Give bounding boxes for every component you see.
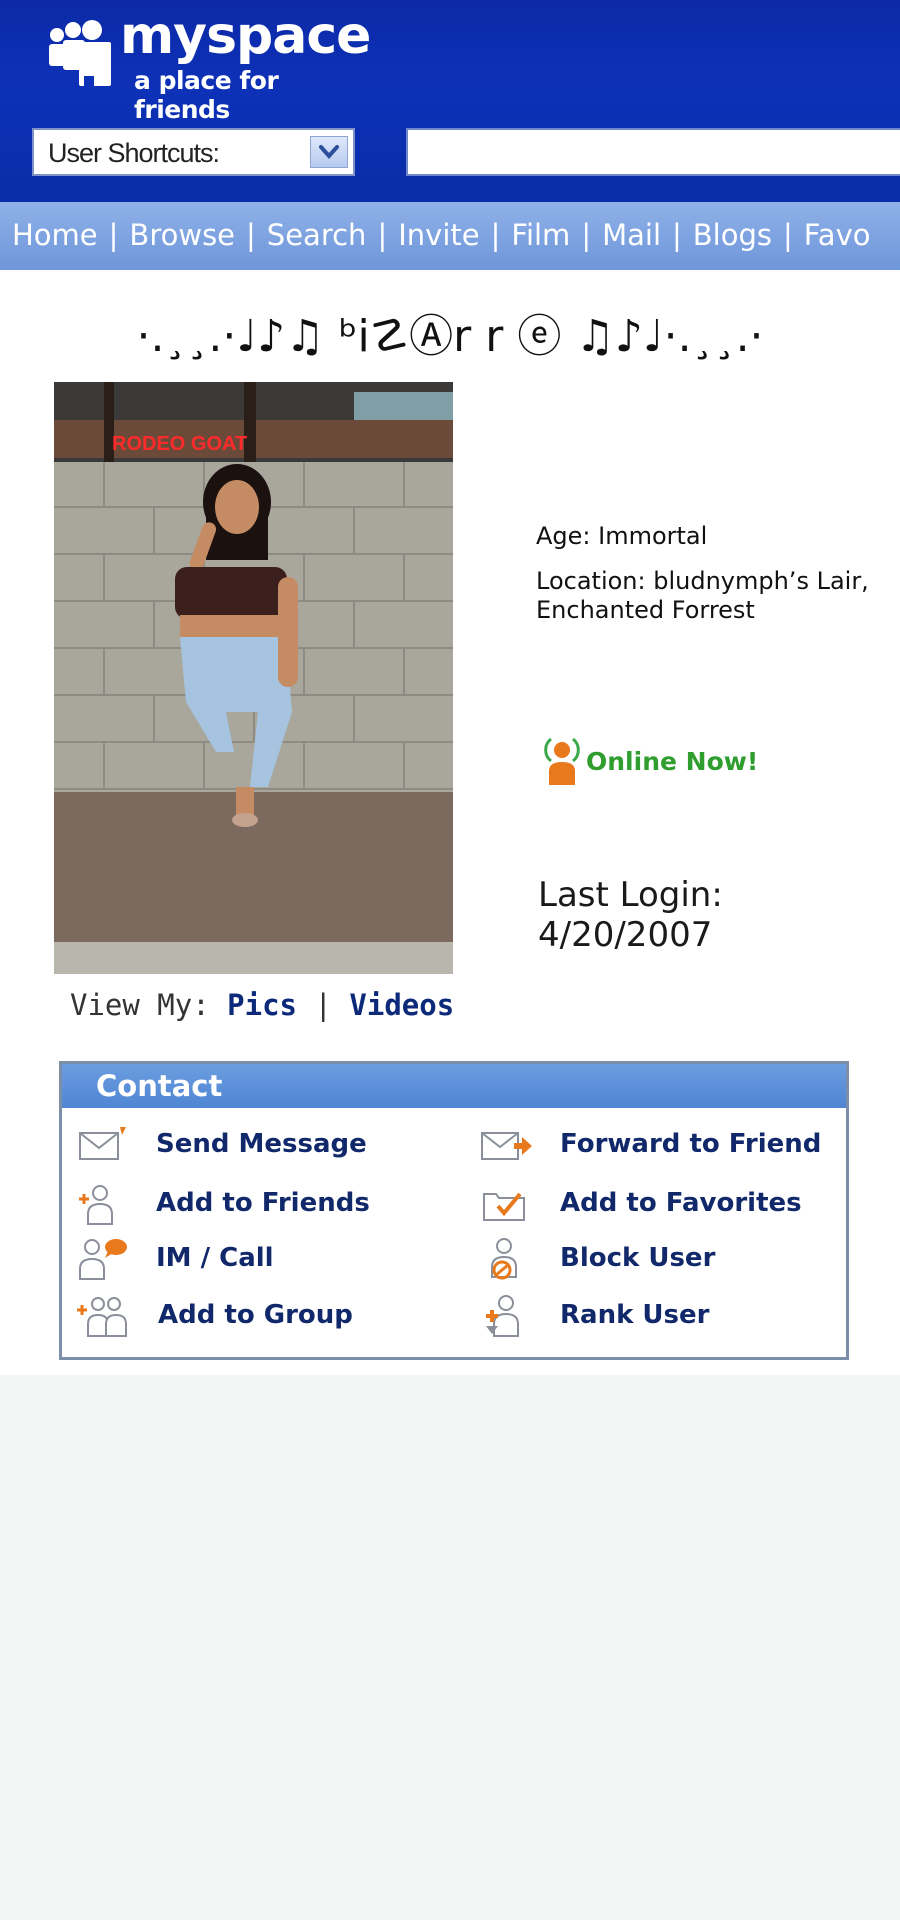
- profile-content: ·.¸¸.·♩♪♫ ᵇi☡Ⓐr r ⓔ ♫♪♩·.¸¸.· RODEO GOAT: [0, 270, 900, 1375]
- profile-info: Age: Immortal Location: bludnymph’s Lair…: [536, 522, 896, 641]
- add-to-group-label: Add to Group: [158, 1300, 353, 1330]
- view-my-label: View My:: [70, 988, 210, 1022]
- forward-envelope-icon: [481, 1132, 532, 1160]
- nav-favorites[interactable]: Favo: [804, 218, 871, 252]
- dropdown-button[interactable]: [310, 136, 348, 168]
- last-login: Last Login: 4/20/2007: [538, 875, 723, 955]
- nav-search[interactable]: Search: [267, 218, 367, 252]
- nav-separator: |: [246, 218, 256, 252]
- profile-photo[interactable]: RODEO GOAT: [54, 382, 453, 974]
- main-nav-bar: Home | Browse | Search | Invite | Film | Mail | Blog…: [0, 202, 900, 270]
- im-call-icon: [79, 1239, 127, 1280]
- nav-separator: |: [581, 218, 592, 252]
- nav-invite[interactable]: Invite: [398, 218, 479, 252]
- people-logo-icon: [49, 20, 111, 92]
- nav-mail[interactable]: Mail: [602, 218, 661, 252]
- age-text: Age: Immortal: [536, 522, 708, 550]
- view-my-links: View My: Pics | Videos: [70, 988, 454, 1022]
- add-to-friends-label: Add to Friends: [156, 1188, 370, 1218]
- envelope-icon: [79, 1127, 126, 1160]
- view-my-separator: |: [314, 988, 332, 1022]
- add-friend-icon: [79, 1185, 113, 1225]
- contact-title: Contact: [96, 1069, 223, 1103]
- chevron-down-icon: [319, 145, 339, 160]
- last-login-date: 4/20/2007: [538, 915, 713, 955]
- online-now-text: Online Now!: [586, 747, 759, 776]
- contact-box: Contact Send Message Forward to Friend A…: [59, 1061, 849, 1360]
- user-shortcuts-label: User Shortcuts:: [48, 138, 220, 168]
- nav-separator: |: [108, 218, 119, 252]
- nav-blogs[interactable]: Blogs: [693, 218, 772, 252]
- nav-separator: |: [672, 218, 682, 252]
- myspace-profile-page: myspace a place for friends User Shortcu…: [0, 0, 900, 1920]
- favorites-folder-icon: [483, 1192, 525, 1221]
- user-shortcuts-select[interactable]: User Shortcuts:: [32, 128, 355, 176]
- send-message-label: Send Message: [156, 1129, 367, 1159]
- nav-film[interactable]: Film: [511, 218, 570, 252]
- nav-browse[interactable]: Browse: [129, 218, 235, 252]
- add-to-favorites-label: Add to Favorites: [560, 1188, 802, 1218]
- rank-user-label: Rank User: [560, 1300, 710, 1330]
- location-text: Location: bludnymph’s Lair, Enchanted Fo…: [536, 567, 869, 624]
- add-group-icon: [77, 1297, 127, 1337]
- contact-header: Contact: [62, 1064, 846, 1108]
- im-call-label: IM / Call: [156, 1243, 274, 1273]
- pics-link[interactable]: Pics: [227, 988, 297, 1022]
- rodeo-goat-sign: RODEO GOAT: [112, 433, 247, 455]
- nav-home[interactable]: Home: [12, 218, 98, 252]
- search-input[interactable]: [406, 128, 900, 176]
- nav-separator: |: [490, 218, 501, 252]
- site-header: myspace a place for friends User Shortcu…: [0, 0, 900, 202]
- rank-user-icon: [486, 1295, 519, 1337]
- forward-to-friend-label: Forward to Friend: [560, 1129, 822, 1159]
- block-user-label: Block User: [560, 1243, 716, 1273]
- last-login-label: Last Login:: [538, 875, 723, 915]
- logo-wordmark: myspace: [120, 6, 371, 66]
- block-user-icon: [491, 1238, 517, 1280]
- online-person-icon: [544, 737, 580, 785]
- nav-separator: |: [783, 218, 793, 252]
- videos-link[interactable]: Videos: [349, 988, 454, 1022]
- nav-separator: |: [377, 218, 388, 252]
- online-now-badge: Online Now!: [542, 735, 782, 787]
- logo-tagline: a place for friends: [134, 66, 279, 124]
- myspace-logo[interactable]: myspace a place for friends: [46, 6, 376, 124]
- profile-photo-image: RODEO GOAT: [54, 382, 453, 974]
- profile-display-name: ·.¸¸.·♩♪♫ ᵇi☡Ⓐr r ⓔ ♫♪♩·.¸¸.·: [136, 311, 764, 362]
